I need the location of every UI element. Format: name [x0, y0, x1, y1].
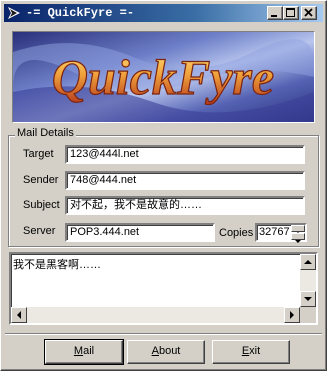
about-button-label: bout [158, 345, 181, 357]
arrow-up-icon [304, 260, 312, 264]
mail-details-legend: Mail Details [15, 127, 76, 139]
scroll-right-button[interactable] [284, 307, 300, 323]
sender-label: Sender [23, 174, 59, 186]
vertical-scrollbar[interactable] [300, 254, 316, 307]
target-field[interactable]: 123@444l.net [65, 145, 305, 164]
spin-up-button[interactable] [291, 225, 305, 235]
copies-spinner[interactable]: 32767 [255, 223, 307, 243]
message-body[interactable]: 我不是黑客啊…… [9, 252, 318, 325]
mail-button-label: ail [83, 345, 95, 357]
scroll-up-button[interactable] [300, 254, 316, 270]
spin-down-button[interactable] [291, 233, 305, 243]
quickfyre-logo: QuickFyre [13, 32, 314, 122]
window-title: -= QuickFyre =- [26, 6, 135, 20]
scrollbar-corner [300, 307, 316, 323]
copies-spin-buttons [291, 225, 305, 243]
server-field[interactable]: POP3.444.net [65, 223, 215, 242]
scroll-left-button[interactable] [11, 307, 27, 323]
quickfyre-window: -= QuickFyre =- QuickFyre Mail Details T… [0, 0, 327, 371]
mail-button-accel: M [73, 345, 84, 357]
maximize-button[interactable] [283, 6, 299, 20]
copies-value: 32767 [259, 226, 290, 238]
horizontal-scrollbar[interactable] [11, 307, 300, 323]
sender-field[interactable]: 748@444.net [65, 171, 305, 190]
minimize-button[interactable] [267, 6, 283, 20]
subject-field[interactable]: 对不起，我不是故意的…… [65, 196, 305, 215]
logo-text: QuickFyre [52, 49, 274, 105]
divider [5, 333, 322, 335]
about-button-accel: A [151, 345, 159, 357]
arrow-down-icon [295, 240, 301, 243]
minimize-icon [271, 15, 277, 17]
close-icon [304, 8, 313, 17]
maximize-icon [286, 8, 295, 17]
exit-button-label: xit [249, 345, 261, 357]
scroll-down-button[interactable] [300, 291, 316, 307]
server-label: Server [23, 225, 56, 237]
target-label: Target [23, 148, 54, 160]
mail-button[interactable]: Mail [45, 340, 123, 364]
app-icon [8, 7, 20, 19]
subject-label: Subject [23, 199, 60, 211]
exit-button[interactable]: Exit [212, 340, 290, 364]
quickfyre-banner: QuickFyre [12, 31, 315, 123]
arrow-right-icon [290, 311, 294, 319]
copies-label: Copies [219, 227, 254, 239]
close-button[interactable] [301, 6, 317, 20]
title-bar[interactable]: -= QuickFyre =- [4, 4, 323, 22]
message-text: 我不是黑客啊…… [13, 259, 101, 271]
arrow-down-icon [304, 297, 312, 301]
arrow-left-icon [17, 311, 21, 319]
about-button[interactable]: About [127, 340, 205, 364]
